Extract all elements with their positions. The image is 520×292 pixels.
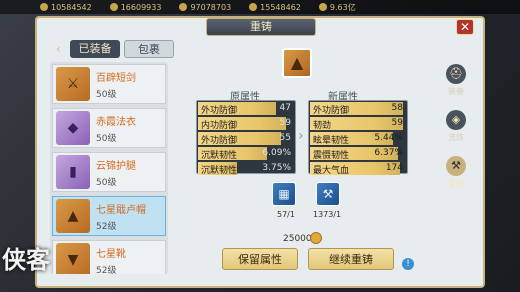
coin-icon	[40, 3, 48, 11]
leggings-icon: ▮	[56, 155, 90, 189]
helmet-icon: ⛑	[446, 63, 466, 84]
resource-3: 97078703	[179, 3, 231, 12]
attr-row: 外功防御 47	[197, 102, 295, 116]
tab-equipped[interactable]: 已装备	[70, 40, 120, 58]
coin-icon	[318, 3, 327, 11]
item-level: 50级	[96, 89, 117, 100]
item-name: 七星戢卢帽	[96, 204, 146, 216]
coin-icon	[249, 3, 258, 11]
attr-row: 外功防御 58	[309, 102, 407, 116]
coin-icon	[310, 232, 322, 244]
item-level: 50级	[96, 177, 117, 188]
equipment-tabs: ‹ 已装备 包裹	[56, 40, 174, 58]
cost-value: 25000	[283, 234, 312, 244]
armor-icon: ◆	[56, 111, 90, 145]
hammer-icon: ⚒	[446, 155, 466, 176]
attr-row: 眩晕韧性 5.44%	[309, 132, 407, 146]
attr-row: 外功防御 55	[197, 132, 295, 146]
tab-bag[interactable]: 包裹	[124, 40, 174, 58]
help-icon[interactable]: !	[402, 258, 414, 270]
attr-row: 韧劲 59	[309, 117, 407, 131]
sidebar-item-equip[interactable]: ⛑ 装备	[442, 60, 470, 100]
sword-icon: ⚔	[56, 67, 90, 101]
new-attributes: 外功防御 58 韧劲 59 眩晕韧性 5.44% 震慑韧性 6.37% 最大气血 174	[308, 100, 408, 176]
resource-5: 9.63亿	[318, 2, 356, 13]
panel-title: 重铸	[206, 18, 316, 36]
resource-4: 15548462	[249, 3, 301, 12]
resource-2: 16609933	[109, 3, 161, 12]
continue-recast-button[interactable]: 继续重铸	[308, 248, 394, 270]
wash-icon: ◈	[446, 109, 466, 130]
coin-icon	[179, 3, 188, 11]
sidebar-item-wash[interactable]: ◈ 洗炼	[442, 106, 470, 146]
keep-attributes-button[interactable]: 保留属性	[222, 248, 298, 270]
hammer-icon[interactable]: ⚒	[316, 182, 340, 206]
material-count: 57/1	[277, 210, 295, 219]
item-name: 云锦护腿	[96, 160, 136, 172]
arrow-right-icon: ›	[298, 128, 304, 144]
list-item-selected[interactable]: ▲ 七星戢卢帽 52级	[52, 196, 166, 236]
coin-icon	[109, 3, 118, 11]
ore-icon[interactable]: ▦	[272, 182, 296, 206]
game-logo: 侠客	[2, 245, 50, 274]
item-name: 百辟短剑	[96, 72, 136, 84]
list-item[interactable]: ▮ 云锦护腿 50级	[52, 152, 166, 192]
list-item[interactable]: ◆ 赤霞法衣 50级	[52, 108, 166, 148]
original-attributes: 外功防御 47 内功防御 59 外功防御 55 沉默韧性 6.09% 沉默韧性 3.75%	[196, 100, 296, 176]
hat-icon: ▲	[282, 48, 312, 78]
list-item[interactable]: ⚔ 百辟短剑 50级	[52, 64, 166, 104]
attr-row: 震慑韧性 6.37%	[309, 147, 407, 161]
sidebar-item-recast[interactable]: ⚒ 重铸	[442, 152, 470, 192]
attr-row: 最大气血 174	[309, 162, 407, 176]
attr-row: 沉默韧性 6.09%	[197, 147, 295, 161]
hat-icon: ▲	[56, 199, 90, 233]
item-level: 52级	[96, 221, 117, 232]
chevron-left-icon[interactable]: ‹	[56, 40, 66, 58]
material-count: 1373/1	[313, 210, 342, 219]
close-button[interactable]: ✕	[456, 19, 474, 35]
attr-row: 沉默韧性 3.75%	[197, 162, 295, 176]
item-level: 50级	[96, 133, 117, 144]
attr-row: 内功防御 59	[197, 117, 295, 131]
resource-bar: 10584542 16609933 97078703 15548462 9.63…	[0, 0, 520, 14]
resource-1: 10584542	[40, 3, 92, 12]
item-name: 赤霞法衣	[96, 116, 136, 128]
side-nav: ⛑ 装备 ◈ 洗炼 ⚒ 重铸	[442, 60, 470, 198]
